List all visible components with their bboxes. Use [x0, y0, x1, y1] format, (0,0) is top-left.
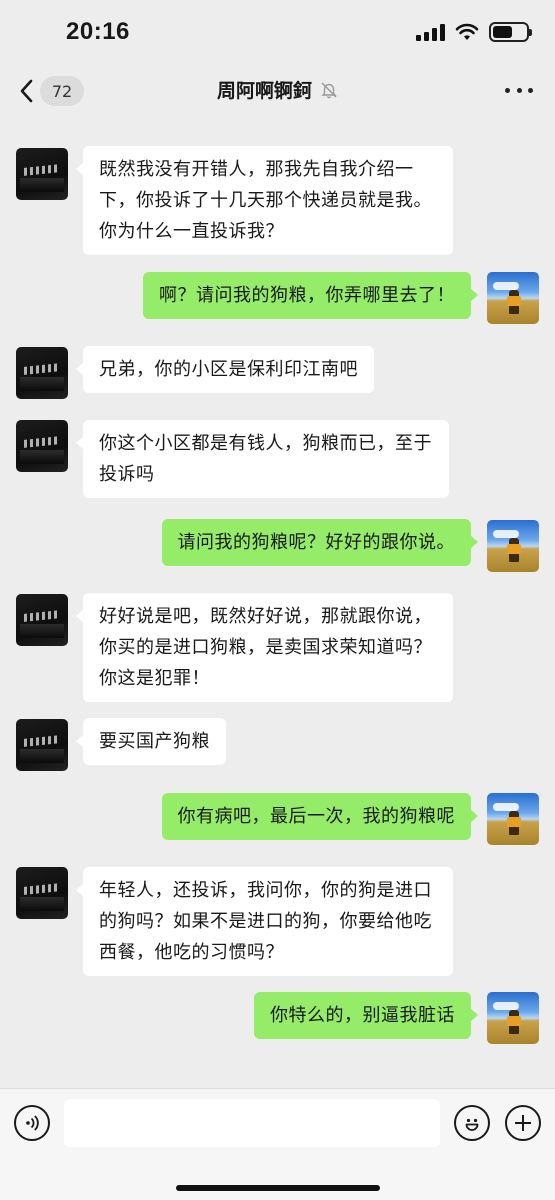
contact-avatar[interactable] [16, 420, 68, 472]
message-bubble-incoming[interactable]: 好好说是吧，既然好好说，那就跟你说，你买的是进口狗粮，是卖国求荣知道吗？你这是犯… [76, 593, 453, 702]
home-indicator [176, 1185, 380, 1191]
status-bar: 20:16 [0, 0, 555, 62]
message-bubble-outgoing[interactable]: 啊？请问我的狗粮，你弄哪里去了！ [143, 272, 478, 319]
message-bubble-outgoing[interactable]: 你有病吧，最后一次，我的狗粮呢 [161, 793, 478, 840]
message-bubble-incoming[interactable]: 既然我没有开错人，那我先自我介绍一下，你投诉了十几天那个快递员就是我。你为什么一… [76, 146, 453, 255]
message-bubble-outgoing[interactable]: 你特么的，别逼我脏话 [254, 992, 478, 1039]
contact-avatar[interactable] [16, 148, 68, 200]
message-bubble-outgoing[interactable]: 请问我的狗粮呢？好好的跟你说。 [161, 519, 478, 566]
ellipsis-dot [516, 87, 522, 93]
my-avatar[interactable] [487, 520, 539, 572]
plus-icon [515, 1115, 531, 1131]
battery-icon [489, 22, 532, 42]
message-bubble-incoming[interactable]: 兄弟，你的小区是保利印江南吧 [76, 346, 374, 393]
contact-avatar[interactable] [16, 347, 68, 399]
my-avatar[interactable] [487, 992, 539, 1044]
message-bubble-incoming[interactable]: 年轻人，还投诉，我问你，你的狗是进口的狗吗？如果不是进口的狗，你要给他吃西餐，他… [76, 867, 453, 976]
contact-avatar[interactable] [16, 719, 68, 771]
voice-input-button[interactable] [14, 1105, 50, 1141]
ellipsis-icon [505, 87, 510, 93]
status-icons [416, 20, 532, 44]
nav-bar: 72 周阿啊锕鈳 [0, 62, 555, 118]
wifi-icon [455, 23, 479, 40]
my-avatar[interactable] [487, 793, 539, 845]
status-time: 20:16 [66, 18, 130, 45]
contact-avatar[interactable] [16, 594, 68, 646]
emoji-icon [465, 1118, 479, 1131]
emoji-button[interactable] [454, 1105, 490, 1141]
contact-avatar[interactable] [16, 867, 68, 919]
voice-icon [26, 1115, 39, 1131]
chat-title: 周阿啊锕鈳 [216, 80, 312, 102]
chat-message-list: 既然我没有开错人，那我先自我介绍一下，你投诉了十几天那个快递员就是我。你为什么一… [0, 118, 555, 1088]
ellipsis-dot [528, 87, 533, 93]
my-avatar[interactable] [487, 272, 539, 324]
message-bubble-incoming[interactable]: 你这个小区都是有钱人，狗粮而已，至于投诉吗 [76, 420, 449, 498]
more-functions-button[interactable] [505, 1105, 541, 1141]
bell-off-icon [320, 81, 338, 99]
message-bubble-incoming[interactable]: 要买国产狗粮 [76, 718, 226, 765]
input-bar [0, 1088, 555, 1200]
chat-title-wrap: 周阿啊锕鈳 [0, 76, 555, 103]
more-options-button[interactable] [505, 80, 533, 100]
signal-icon [416, 23, 445, 41]
message-input[interactable] [64, 1099, 440, 1147]
